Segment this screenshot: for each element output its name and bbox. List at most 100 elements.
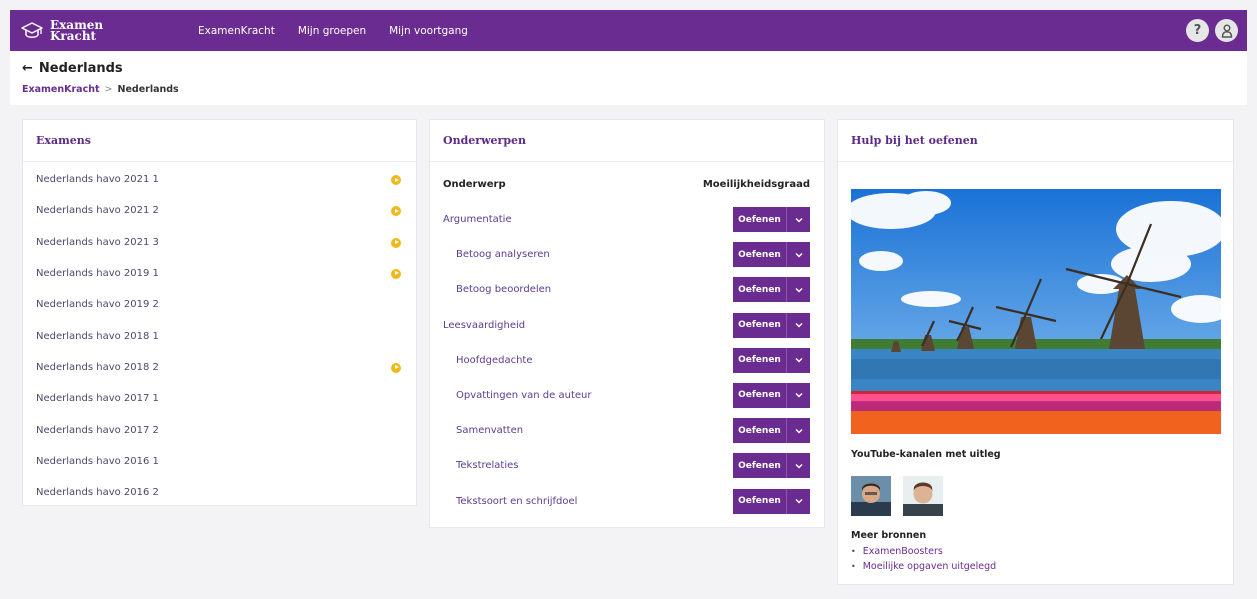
topic-link[interactable]: Hoofdgedachte bbox=[456, 355, 533, 366]
exams-card: Examens Nederlands havo 2021 1 Nederlands… bbox=[22, 119, 417, 506]
practice-split-button: Oefenen bbox=[733, 382, 810, 408]
topic-link[interactable]: Betoog analyseren bbox=[456, 249, 550, 260]
topic-link[interactable]: Betoog beoordelen bbox=[456, 284, 551, 295]
topic-link[interactable]: Opvattingen van de auteur bbox=[456, 390, 591, 401]
play-marker-icon bbox=[391, 362, 401, 373]
chevron-down-icon[interactable] bbox=[786, 207, 810, 232]
bullet-icon: • bbox=[851, 547, 856, 556]
brand-logo[interactable]: Examen Kracht bbox=[20, 19, 180, 42]
exam-list-item[interactable]: Nederlands havo 2017 2 bbox=[23, 414, 416, 445]
resource-link-moeilijke-opgaven[interactable]: • Moeilijke opgaven uitgelegd bbox=[851, 561, 996, 572]
breadcrumb-link-examenkracht[interactable]: ExamenKracht bbox=[22, 84, 100, 95]
topic-row: Tekstrelaties Oefenen bbox=[430, 448, 824, 483]
help-heading: Hulp bij het oefenen bbox=[838, 120, 1233, 162]
resource-link-label: Moeilijke opgaven uitgelegd bbox=[862, 561, 997, 572]
practice-split-button: Oefenen bbox=[733, 312, 810, 338]
back-link[interactable]: ← Nederlands bbox=[22, 61, 123, 76]
play-marker-icon bbox=[391, 268, 401, 279]
youtube-channels-title: YouTube-kanalen met uitleg bbox=[851, 449, 1001, 460]
topic-link[interactable]: Argumentatie bbox=[443, 214, 512, 225]
topics-heading: Onderwerpen bbox=[430, 120, 824, 162]
chevron-down-icon[interactable] bbox=[786, 488, 810, 514]
exam-label: Nederlands havo 2017 2 bbox=[36, 424, 159, 436]
user-icon bbox=[1221, 24, 1232, 38]
exam-label: Nederlands havo 2019 2 bbox=[36, 299, 159, 311]
exam-list-item[interactable]: Nederlands havo 2021 2 bbox=[23, 195, 416, 226]
practice-button[interactable]: Oefenen bbox=[733, 242, 786, 267]
breadcrumb-current: Nederlands bbox=[117, 84, 179, 95]
topics-column-headers: Onderwerp Moeilijkheidsgraad bbox=[430, 162, 824, 202]
practice-button[interactable]: Oefenen bbox=[733, 348, 786, 373]
practice-button[interactable]: Oefenen bbox=[733, 453, 786, 478]
breadcrumb: ExamenKracht > Nederlands bbox=[22, 84, 179, 95]
exam-label: Nederlands havo 2017 1 bbox=[36, 393, 159, 405]
practice-split-button: Oefenen bbox=[733, 242, 810, 268]
help-button[interactable]: ? bbox=[1186, 19, 1209, 42]
topic-row: Opvattingen van de auteur Oefenen bbox=[430, 378, 824, 413]
exam-label: Nederlands havo 2019 1 bbox=[36, 268, 159, 280]
exam-list: Nederlands havo 2021 1 Nederlands havo 20… bbox=[23, 164, 416, 508]
youtube-channel-avatar-1[interactable] bbox=[851, 476, 891, 516]
practice-button[interactable]: Oefenen bbox=[733, 277, 786, 302]
exam-list-item[interactable]: Nederlands havo 2016 1 bbox=[23, 446, 416, 477]
chevron-down-icon[interactable] bbox=[786, 242, 810, 268]
exam-list-item[interactable]: Nederlands havo 2018 1 bbox=[23, 320, 416, 351]
topic-link[interactable]: Leesvaardigheid bbox=[443, 320, 525, 331]
exam-list-item[interactable]: Nederlands havo 2017 1 bbox=[23, 383, 416, 414]
nav-link-mijn-voortgang[interactable]: Mijn voortgang bbox=[389, 25, 468, 37]
topic-row: Betoog analyseren Oefenen bbox=[430, 237, 824, 272]
practice-button[interactable]: Oefenen bbox=[733, 313, 786, 338]
topic-list: Argumentatie Oefenen Betoog analyseren Oefe… bbox=[430, 202, 824, 519]
topic-row: Argumentatie Oefenen bbox=[430, 202, 824, 237]
play-marker-icon bbox=[391, 175, 401, 185]
column-header-topic: Onderwerp bbox=[443, 179, 506, 190]
graduation-cap-icon bbox=[21, 21, 43, 38]
exam-label: Nederlands havo 2016 1 bbox=[36, 455, 159, 467]
nav-link-examenkracht[interactable]: ExamenKracht bbox=[198, 25, 275, 37]
topic-link[interactable]: Samenvatten bbox=[456, 425, 523, 436]
play-marker-icon bbox=[391, 237, 401, 248]
youtube-channel-avatar-2[interactable] bbox=[903, 476, 943, 516]
exam-list-item[interactable]: Nederlands havo 2016 2 bbox=[23, 477, 416, 508]
chevron-down-icon[interactable] bbox=[786, 382, 810, 408]
help-icon: ? bbox=[1193, 23, 1202, 38]
page-header: ← Nederlands ExamenKracht > Nederlands bbox=[10, 51, 1247, 105]
exam-list-item[interactable]: Nederlands havo 2019 1 bbox=[23, 258, 416, 289]
chevron-down-icon[interactable] bbox=[786, 277, 810, 303]
back-arrow-icon: ← bbox=[22, 61, 33, 76]
exam-label: Nederlands havo 2018 1 bbox=[36, 330, 159, 342]
brand-wordmark: Examen Kracht bbox=[50, 19, 103, 42]
practice-split-button: Oefenen bbox=[733, 207, 810, 232]
practice-button[interactable]: Oefenen bbox=[733, 418, 786, 443]
windmills-photo bbox=[851, 189, 1221, 434]
practice-split-button: Oefenen bbox=[733, 453, 810, 479]
exam-list-item[interactable]: Nederlands havo 2018 2 bbox=[23, 352, 416, 383]
exam-list-item[interactable]: Nederlands havo 2021 1 bbox=[23, 164, 416, 195]
account-button[interactable] bbox=[1215, 19, 1238, 42]
chevron-down-icon[interactable] bbox=[786, 347, 810, 373]
exam-list-item[interactable]: Nederlands havo 2021 3 bbox=[23, 227, 416, 258]
resource-link-examenboosters[interactable]: • ExamenBoosters bbox=[851, 546, 943, 557]
chevron-down-icon[interactable] bbox=[786, 418, 810, 444]
nav-link-mijn-groepen[interactable]: Mijn groepen bbox=[298, 25, 366, 37]
practice-button[interactable]: Oefenen bbox=[733, 489, 786, 514]
top-icons: ? bbox=[1186, 19, 1238, 42]
breadcrumb-separator-icon: > bbox=[104, 84, 113, 95]
topic-row: Betoog beoordelen Oefenen bbox=[430, 272, 824, 307]
topic-link[interactable]: Tekstsoort en schrijfdoel bbox=[456, 496, 577, 507]
page-title: Nederlands bbox=[38, 61, 123, 76]
exam-label: Nederlands havo 2016 2 bbox=[36, 487, 159, 499]
topic-link[interactable]: Tekstrelaties bbox=[456, 460, 519, 471]
chevron-down-icon[interactable] bbox=[786, 312, 810, 338]
practice-split-button: Oefenen bbox=[733, 418, 810, 444]
resource-link-label: ExamenBoosters bbox=[862, 546, 943, 557]
practice-button[interactable]: Oefenen bbox=[733, 383, 786, 408]
exam-list-item[interactable]: Nederlands havo 2019 2 bbox=[23, 289, 416, 320]
practice-button[interactable]: Oefenen bbox=[733, 207, 786, 232]
exam-label: Nederlands havo 2021 1 bbox=[36, 174, 159, 186]
topic-row: Hoofdgedachte Oefenen bbox=[430, 343, 824, 378]
column-header-difficulty: Moeilijkheidsgraad bbox=[702, 179, 810, 190]
practice-split-button: Oefenen bbox=[733, 347, 810, 373]
chevron-down-icon[interactable] bbox=[786, 453, 810, 479]
top-navigation-bar: Examen Kracht ExamenKracht Mijn groepen … bbox=[10, 10, 1247, 51]
